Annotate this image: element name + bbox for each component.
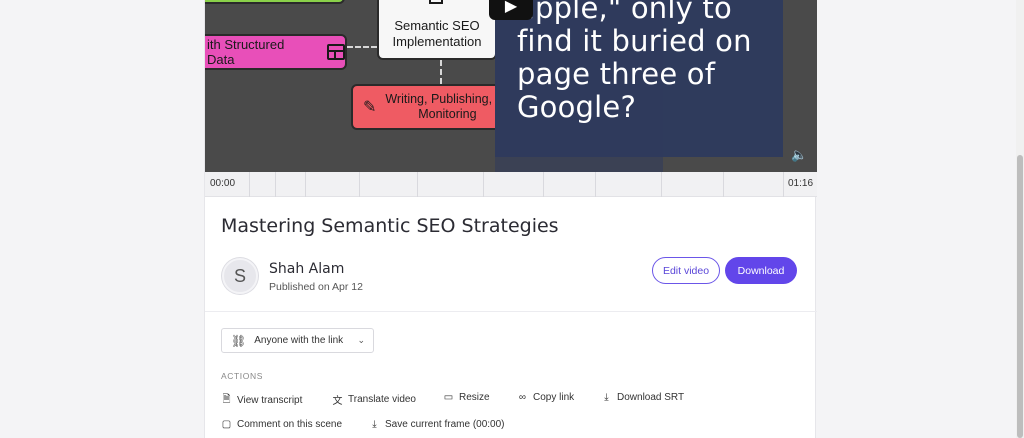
- action-label: View transcript: [237, 395, 303, 406]
- action-label: Copy link: [533, 392, 575, 403]
- document-icon: 🗎: [222, 394, 231, 405]
- translate-icon: 文: [332, 396, 343, 407]
- connector-line: [347, 46, 377, 48]
- video-card: ith Structured Data Semantic SEO Impleme…: [204, 0, 817, 438]
- connector-line: [440, 60, 442, 84]
- copy-link-action[interactable]: ∞ Copy link: [517, 392, 574, 403]
- node-label: Implementation: [392, 34, 482, 49]
- video-player[interactable]: ith Structured Data Semantic SEO Impleme…: [205, 0, 817, 172]
- comment-scene-action[interactable]: ▢ Comment on this scene: [221, 419, 342, 430]
- edit-video-button[interactable]: Edit video: [652, 257, 720, 284]
- download-srt-action[interactable]: ⤓ Download SRT: [601, 392, 684, 403]
- volume-icon[interactable]: 🔈: [791, 147, 807, 163]
- author-name: Shah Alam: [269, 261, 345, 277]
- published-date: Published on Apr 12: [269, 281, 363, 293]
- action-label: Save current frame (00:00): [385, 419, 505, 430]
- download-icon: ⤓: [372, 419, 377, 430]
- node-label: Writing, Publishing, an: [385, 92, 510, 106]
- play-button[interactable]: ▶: [489, 0, 533, 20]
- mindmap-node-semantic-seo: Semantic SEO Implementation: [377, 0, 497, 60]
- timeline-segment[interactable]: [595, 172, 596, 197]
- action-label: Resize: [459, 392, 490, 403]
- timeline-segment[interactable]: [661, 172, 662, 197]
- share-permission-select[interactable]: ⛓ Anyone with the link ⌄: [221, 328, 374, 353]
- save-frame-action[interactable]: ⤓ Save current frame (00:00): [369, 419, 505, 430]
- timeline-segment[interactable]: [359, 172, 360, 197]
- video-title: Mastering Semantic SEO Strategies: [221, 215, 559, 237]
- timeline[interactable]: 00:00 01:16: [205, 172, 817, 197]
- chevron-down-icon: ⌄: [357, 335, 365, 345]
- comment-icon: ▢: [221, 419, 232, 430]
- resize-action[interactable]: ▭ Resize: [443, 392, 490, 403]
- node-label: Semantic SEO: [394, 18, 480, 33]
- page-scrollbar[interactable]: [1016, 0, 1024, 438]
- timeline-segment[interactable]: [417, 172, 418, 197]
- translate-video-action[interactable]: 文 Translate video: [332, 392, 417, 407]
- timeline-segment[interactable]: [483, 172, 484, 197]
- timeline-segment[interactable]: [783, 172, 784, 197]
- divider: [205, 311, 817, 312]
- share-permission-value: Anyone with the link: [254, 335, 344, 346]
- view-transcript-action[interactable]: 🗎 View transcript: [221, 392, 302, 409]
- video-caption: apple," only to find it buried on page t…: [517, 0, 752, 124]
- time-start: 00:00: [210, 178, 236, 189]
- node-label: ith Structured Data: [207, 37, 285, 67]
- link-icon: ∞: [518, 392, 527, 403]
- pen-icon: ✎: [363, 99, 377, 116]
- table-icon: [327, 44, 345, 60]
- action-label: Download SRT: [617, 392, 685, 403]
- timeline-segment[interactable]: [305, 172, 306, 197]
- timeline-segment[interactable]: [723, 172, 724, 197]
- action-label: Translate video: [348, 394, 416, 405]
- scrollbar-thumb[interactable]: [1017, 155, 1023, 438]
- time-end: 01:16: [788, 178, 814, 189]
- node-label: Monitoring: [418, 107, 477, 121]
- magnifier-icon: [429, 0, 443, 4]
- timeline-segment[interactable]: [249, 172, 250, 197]
- actions-heading: ACTIONS: [221, 371, 263, 381]
- mindmap-node-green: [205, 0, 345, 4]
- mindmap-node-structured-data: ith Structured Data: [205, 34, 347, 70]
- resize-icon: ▭: [443, 392, 454, 403]
- timeline-segment[interactable]: [543, 172, 544, 197]
- download-button[interactable]: Download: [725, 257, 797, 284]
- action-label: Comment on this scene: [237, 419, 343, 430]
- timeline-segment[interactable]: [275, 172, 276, 197]
- link-icon: ⛓: [231, 333, 247, 348]
- avatar: S: [222, 258, 258, 294]
- play-icon: ▶: [504, 0, 518, 15]
- download-icon: ⤓: [604, 392, 609, 403]
- avatar-initial: S: [233, 265, 246, 286]
